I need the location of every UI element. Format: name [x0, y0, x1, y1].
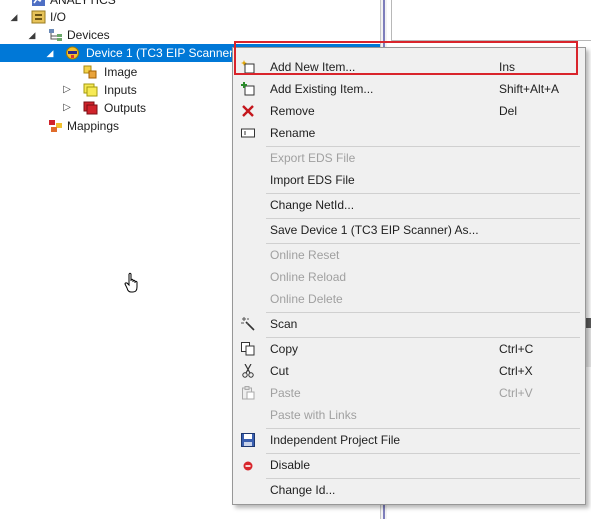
menu-item-label: Disable — [270, 458, 311, 472]
annotation-highlight-frame — [234, 41, 578, 75]
menu-item-shortcut: Ctrl+V — [499, 386, 533, 400]
menu-item-rename[interactable]: Rename — [233, 122, 585, 144]
menu-item-shortcut: Del — [499, 104, 518, 118]
menu-item-cut[interactable]: Cut Ctrl+X — [233, 360, 585, 382]
tree-item-label: Image — [104, 65, 138, 79]
tree-item-label: I/O — [50, 10, 67, 24]
menu-item-import-eds-file[interactable]: Import EDS File — [233, 169, 585, 191]
menu-item-label: Save Device 1 (TC3 EIP Scanner) As... — [270, 223, 479, 237]
menu-item-label: Online Reload — [270, 270, 347, 284]
menu-item-change-id[interactable]: Change Id... — [233, 479, 585, 501]
chevron-right-icon[interactable]: ▷ — [62, 81, 72, 99]
menu-item-label: Independent Project File — [270, 433, 401, 447]
menu-item-label: Add Existing Item... — [270, 82, 374, 96]
menu-item-independent-project-file[interactable]: Independent Project File — [233, 429, 585, 451]
floppy-disk-icon — [241, 433, 255, 447]
menu-item-label: Change Id... — [270, 483, 336, 497]
pane-border — [391, 0, 392, 40]
menu-item-label: Cut — [270, 364, 289, 378]
menu-item-online-reload[interactable]: Online Reload — [233, 266, 585, 288]
add-existing-item-icon — [241, 82, 255, 96]
tree-item-label: Device 1 (TC3 EIP Scanner) — [86, 46, 238, 60]
rename-icon — [241, 128, 255, 138]
tree-item-io[interactable]: ◢ I/O — [0, 8, 380, 26]
menu-item-label: Export EDS File — [270, 151, 356, 165]
menu-item-shortcut: Ctrl+X — [499, 364, 533, 378]
eip-scanner-device-icon — [66, 46, 79, 60]
expand-arrow-icon[interactable]: ◢ — [27, 26, 37, 44]
menu-item-label: Rename — [270, 126, 316, 140]
image-icon — [83, 65, 97, 79]
menu-item-label: Online Reset — [270, 248, 340, 262]
remove-x-icon — [242, 105, 254, 117]
chevron-right-icon[interactable]: ▷ — [62, 99, 72, 117]
menu-item-label: Online Delete — [270, 292, 343, 306]
tree-item-label: Outputs — [104, 101, 147, 115]
analytics-icon — [32, 0, 45, 6]
menu-item-scan[interactable]: Scan — [233, 313, 585, 335]
menu-item-shortcut: Shift+Alt+A — [499, 82, 560, 96]
scissors-icon — [242, 364, 254, 378]
menu-item-label: Change NetId... — [270, 198, 355, 212]
menu-item-copy[interactable]: Copy Ctrl+C — [233, 338, 585, 360]
copy-icon — [241, 342, 255, 356]
menu-item-online-reset[interactable]: Online Reset — [233, 244, 585, 266]
menu-item-label: Copy — [270, 342, 299, 356]
menu-item-paste[interactable]: Paste Ctrl+V — [233, 382, 585, 404]
menu-item-disable[interactable]: Disable — [233, 454, 585, 476]
clipboard-icon — [242, 386, 255, 400]
expand-arrow-icon[interactable]: ◢ — [45, 44, 55, 62]
menu-item-label: Scan — [270, 317, 298, 331]
menu-item-shortcut: Ctrl+C — [499, 342, 534, 356]
io-folder-icon — [31, 10, 46, 24]
magic-wand-icon — [241, 317, 255, 331]
devices-icon — [49, 29, 62, 41]
context-menu: Add New Item... Ins Add Existing Item...… — [232, 47, 586, 505]
tree-item-label: Mappings — [67, 119, 120, 133]
inputs-icon — [83, 83, 98, 97]
outputs-icon — [83, 101, 98, 115]
menu-item-save-device-as[interactable]: Save Device 1 (TC3 EIP Scanner) As... — [233, 219, 585, 241]
menu-item-add-existing-item[interactable]: Add Existing Item... Shift+Alt+A — [233, 78, 585, 100]
menu-item-remove[interactable]: Remove Del — [233, 100, 585, 122]
expand-arrow-icon[interactable]: ◢ — [9, 8, 19, 26]
menu-item-label: Paste — [270, 386, 301, 400]
menu-item-export-eds-file[interactable]: Export EDS File — [233, 147, 585, 169]
hand-cursor-icon — [124, 272, 138, 293]
mappings-icon — [49, 120, 62, 132]
tree-item-label: Devices — [67, 28, 110, 42]
menu-item-label: Paste with Links — [270, 408, 357, 422]
menu-item-online-delete[interactable]: Online Delete — [233, 288, 585, 310]
menu-item-paste-with-links[interactable]: Paste with Links — [233, 404, 585, 426]
menu-item-label: Remove — [270, 104, 315, 118]
tree-item-label: Inputs — [104, 83, 137, 97]
disable-icon — [243, 461, 253, 471]
menu-item-change-netid[interactable]: Change NetId... — [233, 194, 585, 216]
menu-item-label: Import EDS File — [270, 173, 355, 187]
